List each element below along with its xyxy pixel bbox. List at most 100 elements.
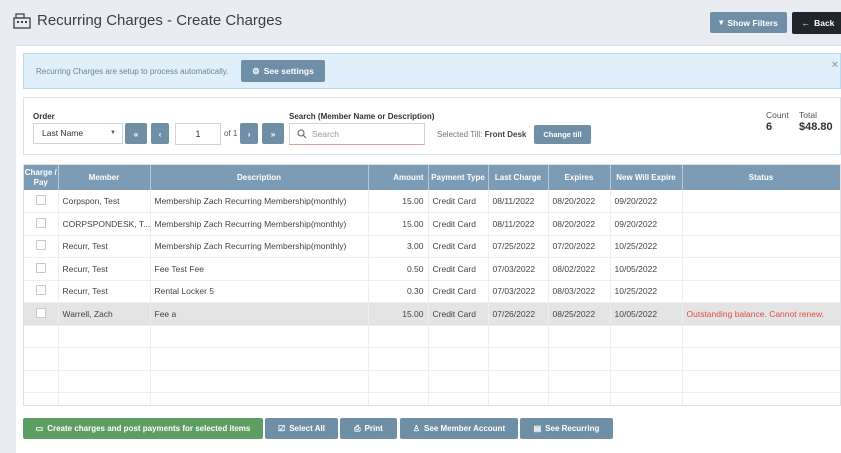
arrow-left-icon: ← <box>801 18 811 28</box>
col-payment-type[interactable]: Payment Type <box>428 165 489 190</box>
empty-cell <box>150 347 369 371</box>
empty-cell <box>368 392 429 405</box>
table-row[interactable]: Recurr, Test Fee Test Fee 0.50 Credit Card 0… <box>24 257 840 281</box>
empty-cell <box>368 347 429 371</box>
empty-cell <box>682 347 840 371</box>
empty-cell <box>58 392 151 405</box>
page-title: Recurring Charges - Create Charges <box>13 12 282 29</box>
cell-status <box>682 235 840 258</box>
page-number-input[interactable]: 1 <box>175 123 221 145</box>
col-charge-pay[interactable]: Charge / Pay <box>24 165 59 190</box>
cell-amount: 0.30 <box>368 280 429 303</box>
see-recurring-button[interactable]: ▤ See Recurring <box>520 418 613 439</box>
cell-payment-type: Credit Card <box>428 257 489 281</box>
create-charges-label: Create charges and post payments for sel… <box>47 424 251 433</box>
prev-page-button[interactable]: ‹ <box>151 123 169 144</box>
row-checkbox[interactable] <box>35 262 46 273</box>
count-label: Count <box>766 110 789 120</box>
cell-payment-type: Credit Card <box>428 235 489 258</box>
empty-cell <box>488 325 549 348</box>
empty-cell <box>548 370 611 393</box>
empty-row <box>24 370 840 393</box>
back-button[interactable]: ← Back <box>792 12 841 34</box>
empty-cell <box>428 347 489 371</box>
search-label: Search (Member Name or Description) <box>289 112 435 121</box>
cell-member: Warrell, Zach <box>58 302 151 326</box>
empty-cell <box>610 370 683 393</box>
select-all-button[interactable]: ☑ Select All <box>265 418 338 439</box>
see-member-account-button[interactable]: ♙ See Member Account <box>400 418 518 439</box>
order-select[interactable]: Last Name ▼ <box>33 123 123 144</box>
empty-cell <box>682 370 840 393</box>
empty-cell <box>682 392 840 405</box>
empty-cell <box>548 325 611 348</box>
cell-payment-type: Credit Card <box>428 212 489 236</box>
col-amount[interactable]: Amount <box>368 165 429 190</box>
see-settings-button[interactable]: ⚙ See settings <box>241 60 325 82</box>
cell-amount: 3.00 <box>368 235 429 258</box>
change-till-button[interactable]: Change till <box>534 125 591 144</box>
chevron-right-icon: › <box>247 128 251 139</box>
col-member[interactable]: Member <box>58 165 151 190</box>
last-page-button[interactable]: » <box>262 123 284 144</box>
empty-cell <box>58 370 151 393</box>
row-checkbox[interactable] <box>35 285 46 296</box>
row-checkbox[interactable] <box>35 217 46 228</box>
charge-pay-cell <box>24 212 59 236</box>
table-row[interactable]: Recurr, Test Membership Zach Recurring Me… <box>24 235 840 258</box>
row-checkbox[interactable] <box>35 240 46 251</box>
empty-cell <box>548 392 611 405</box>
cell-expires: 08/20/2022 <box>548 190 611 213</box>
cell-member: Corpspon, Test <box>58 190 151 213</box>
print-button[interactable]: ⎙ Print <box>340 418 397 439</box>
empty-cell <box>58 347 151 371</box>
next-page-button[interactable]: › <box>240 123 258 144</box>
info-notice: Recurring Charges are setup to process a… <box>23 53 841 89</box>
search-input[interactable]: Search <box>289 123 425 145</box>
empty-row <box>24 392 840 405</box>
row-checkbox[interactable] <box>35 195 46 205</box>
col-new-will-expire[interactable]: New Will Expire <box>610 165 683 190</box>
cell-payment-type: Credit Card <box>428 280 489 303</box>
show-filters-button[interactable]: ▾ Show Filters <box>710 12 787 33</box>
see-member-account-label: See Member Account <box>424 424 506 433</box>
empty-cell <box>150 392 369 405</box>
print-label: Print <box>364 424 383 433</box>
select-all-label: Select All <box>289 424 325 433</box>
col-last-charge[interactable]: Last Charge <box>488 165 549 190</box>
cell-amount: 15.00 <box>368 302 429 326</box>
first-page-button[interactable]: « <box>125 123 147 144</box>
table-row[interactable]: Warrell, Zach Fee a 15.00 Credit Card 07/26/… <box>24 302 840 326</box>
empty-cell <box>548 347 611 371</box>
table-row[interactable]: Recurr, Test Rental Locker 5 0.30 Credit Ca… <box>24 280 840 303</box>
empty-cell <box>488 370 549 393</box>
cell-payment-type: Credit Card <box>428 302 489 326</box>
register-icon <box>13 12 31 29</box>
table-row[interactable]: Corpspon, Test Membership Zach Recurring … <box>24 190 840 213</box>
cell-description: Membership Zach Recurring Membership(mon… <box>150 212 369 236</box>
col-status[interactable]: Status <box>682 165 840 190</box>
col-expires[interactable]: Expires <box>548 165 611 190</box>
table-row[interactable]: CORPSPONDESK, T... Membership Zach Recurr… <box>24 212 840 236</box>
back-label: Back <box>814 18 835 28</box>
row-checkbox[interactable] <box>35 307 46 318</box>
create-charges-button[interactable]: ▭ Create charges and post payments for s… <box>23 418 263 439</box>
empty-cell <box>150 325 369 348</box>
close-icon[interactable]: × <box>832 59 838 71</box>
cell-member: Recurr, Test <box>58 235 151 258</box>
print-icon: ⎙ <box>354 423 361 433</box>
order-select-value: Last Name <box>42 128 84 138</box>
filter-icon: ▾ <box>719 17 724 27</box>
gear-icon: ⚙ <box>252 65 260 76</box>
empty-cell <box>488 347 549 371</box>
cell-new-expire: 10/25/2022 <box>610 280 683 303</box>
cell-status <box>682 280 840 303</box>
checkbox-icon: ☑ <box>278 424 286 433</box>
cell-status: Outstanding balance. Cannot renew. <box>682 302 840 326</box>
col-description[interactable]: Description <box>150 165 369 190</box>
empty-cell <box>428 370 489 393</box>
charge-pay-cell <box>24 302 59 326</box>
count-value: 6 <box>766 121 773 133</box>
see-settings-label: See settings <box>263 66 314 76</box>
empty-cell <box>24 325 59 348</box>
